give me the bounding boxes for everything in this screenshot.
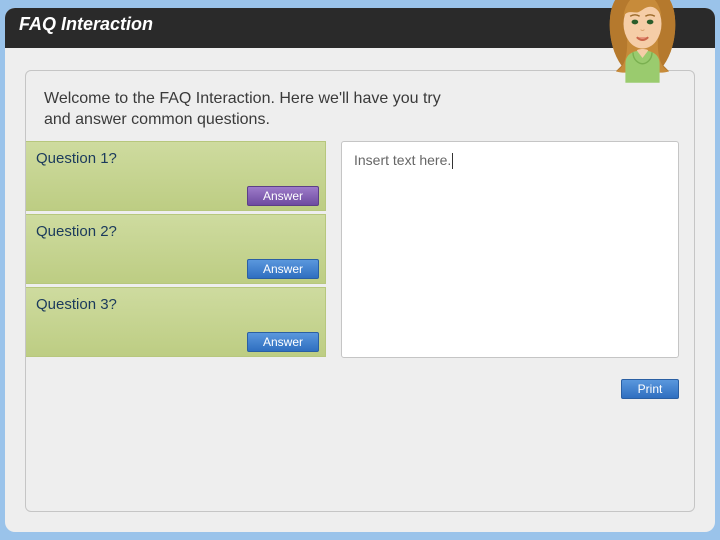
answer-textarea[interactable]: Insert text here. [341, 141, 679, 358]
question-label: Question 1? [36, 150, 117, 167]
question-list: Question 1? Answer Question 2? Answer Qu… [26, 141, 326, 360]
answer-button-2[interactable]: Answer [247, 259, 319, 279]
answer-button-3[interactable]: Answer [247, 332, 319, 352]
question-label: Question 3? [36, 296, 117, 313]
question-card-1[interactable]: Question 1? Answer [26, 141, 326, 211]
content-panel: Welcome to the FAQ Interaction. Here we'… [25, 70, 695, 512]
question-card-3[interactable]: Question 3? Answer [26, 287, 326, 357]
question-card-2[interactable]: Question 2? Answer [26, 214, 326, 284]
question-label: Question 2? [36, 223, 117, 240]
text-cursor-icon [452, 153, 453, 169]
app-window: FAQ Interaction Welcome to the FAQ Inter… [5, 8, 715, 532]
intro-text: Welcome to the FAQ Interaction. Here we'… [44, 89, 464, 131]
answer-placeholder: Insert text here. [354, 152, 451, 168]
answer-button-1[interactable]: Answer [247, 186, 319, 206]
print-button[interactable]: Print [621, 379, 679, 399]
avatar-image [595, 0, 690, 83]
